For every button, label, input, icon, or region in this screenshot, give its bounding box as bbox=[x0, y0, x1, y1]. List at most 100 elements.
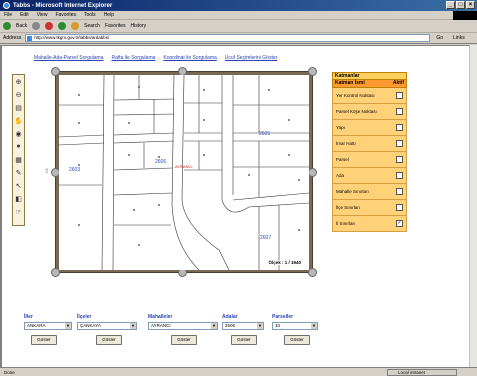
province-label: İller bbox=[24, 314, 33, 320]
map-corner-handle[interactable] bbox=[308, 268, 317, 277]
info-icon[interactable]: ● bbox=[13, 141, 24, 152]
layer-row: İl Sınırları ✓ bbox=[332, 216, 407, 232]
maximize-button[interactable]: □ bbox=[456, 1, 465, 9]
layer-checkbox[interactable] bbox=[396, 108, 403, 115]
parcel-show-button[interactable]: Göster bbox=[284, 335, 310, 345]
identify-icon[interactable]: ☞ bbox=[13, 206, 24, 217]
province-show-button[interactable]: Göster bbox=[31, 335, 57, 345]
layer-checkbox[interactable] bbox=[396, 172, 403, 179]
layer-row: Yapı bbox=[332, 120, 407, 136]
layer-checkbox[interactable] bbox=[396, 188, 403, 195]
minimize-button[interactable]: _ bbox=[446, 1, 455, 9]
layer-name: Yer Kontrol Noktası bbox=[336, 93, 375, 98]
go-button[interactable]: Go bbox=[436, 35, 443, 41]
layer-checkbox-checked[interactable]: ✓ bbox=[396, 220, 403, 227]
layer-active-header: Aktif bbox=[392, 80, 404, 86]
status-text: Done bbox=[4, 369, 15, 375]
ie-icon bbox=[3, 2, 10, 9]
home-icon[interactable] bbox=[71, 22, 80, 30]
menu-help[interactable]: Help bbox=[104, 12, 114, 18]
layer-checkbox[interactable] bbox=[396, 204, 403, 211]
map-corner-handle[interactable] bbox=[308, 67, 317, 76]
layer-checkbox[interactable] bbox=[396, 140, 403, 147]
search-button[interactable]: Search bbox=[84, 23, 100, 29]
security-zone: Local intranet bbox=[387, 369, 457, 376]
links-button[interactable]: Links bbox=[453, 35, 465, 41]
parcel-label: 2606 bbox=[155, 159, 167, 165]
layer-row: Mahalle Sınırları bbox=[332, 184, 407, 200]
window-title: Tabbs - Microsoft Internet Explorer bbox=[13, 2, 113, 9]
layer-checkbox[interactable] bbox=[396, 156, 403, 163]
stop-icon[interactable] bbox=[45, 22, 54, 30]
layer-row: Ada bbox=[332, 168, 407, 184]
block-label: Adalar bbox=[222, 314, 238, 320]
parcel-lines bbox=[59, 75, 309, 270]
menu-file[interactable]: File bbox=[4, 12, 12, 18]
layer-panel-title: Katmanlar bbox=[332, 72, 407, 80]
neighborhood-select[interactable]: AYRANCI bbox=[148, 322, 218, 330]
title-bar: Tabbs - Microsoft Internet Explorer _ □ … bbox=[0, 0, 477, 11]
province-select[interactable]: ANKARA bbox=[24, 322, 72, 330]
print-icon[interactable]: ▤ bbox=[13, 102, 24, 113]
map-scale: Ölçek : 1 / 1940 bbox=[268, 260, 301, 265]
map-tools: ⊕ ⊖ ▤ ✋ ◉ ● ▦ ✎ ↖ ◧ ☞ bbox=[12, 74, 25, 226]
menu-edit[interactable]: Edit bbox=[20, 12, 29, 18]
district-select[interactable]: ÇANKAYA bbox=[77, 322, 137, 330]
layer-row: İmar Hattı bbox=[332, 136, 407, 152]
parcel-label: 2603 bbox=[69, 167, 81, 173]
layer-name: Yapı bbox=[336, 125, 345, 130]
zoom-out-icon[interactable]: ⊖ bbox=[13, 89, 24, 100]
history-button[interactable]: History bbox=[131, 23, 147, 29]
neighborhood-label: AYRANCI bbox=[175, 164, 193, 169]
zoom-in-icon[interactable]: ⊕ bbox=[13, 76, 24, 87]
district-show-button[interactable]: Göster bbox=[96, 335, 122, 345]
layer-checkbox[interactable] bbox=[396, 124, 403, 131]
address-label: Address bbox=[3, 35, 22, 41]
block-show-button[interactable]: Göster bbox=[231, 335, 257, 345]
favorites-button[interactable]: Favorites bbox=[105, 23, 126, 29]
measure-icon[interactable]: ✎ bbox=[13, 167, 24, 178]
cadastral-map[interactable]: 2606 2605 2607 2603 AYRANCI Ölçek : 1 / … bbox=[59, 75, 309, 270]
select-icon[interactable]: ↖ bbox=[13, 180, 24, 191]
link-parcel-query[interactable]: Mahalle-Ada-Parsel Sorgulama bbox=[34, 55, 103, 61]
layers-icon[interactable]: ◧ bbox=[13, 193, 24, 204]
link-shelf-query[interactable]: Rafta ile Sorgulama bbox=[111, 55, 155, 61]
neighborhood-show-button[interactable]: Göster bbox=[171, 335, 197, 345]
layer-name: İlçe Sınırları bbox=[336, 205, 361, 210]
grid-icon[interactable]: ▦ bbox=[13, 154, 24, 165]
map-pan-east[interactable] bbox=[308, 168, 317, 177]
parcel-select[interactable]: 10 bbox=[272, 322, 318, 330]
layer-row: Parsel Köşe Noktası bbox=[332, 104, 407, 120]
layer-name: Parsel bbox=[336, 157, 349, 162]
parcel-label: 2607 bbox=[260, 235, 272, 241]
layer-name: Mahalle Sınırları bbox=[336, 189, 369, 194]
pan-icon[interactable]: ✋ bbox=[13, 115, 24, 126]
menu-view[interactable]: View bbox=[37, 12, 48, 18]
vertical-scrollbar[interactable] bbox=[469, 45, 477, 367]
vertical-ruler: ||||||| bbox=[45, 168, 49, 174]
windows-logo-icon bbox=[453, 11, 477, 20]
menu-bar: File Edit View Favorites Tools Help bbox=[0, 11, 477, 20]
menu-favorites[interactable]: Favorites bbox=[55, 12, 76, 18]
block-select[interactable]: 2606 bbox=[222, 322, 264, 330]
layer-row: İlçe Sınırları bbox=[332, 200, 407, 216]
layer-row: Yer Kontrol Noktası bbox=[332, 88, 407, 104]
back-arrow-icon[interactable] bbox=[3, 22, 11, 30]
parcel-label: Parseller bbox=[272, 314, 294, 320]
address-input[interactable]: http://www.tkgm.gov.tr/tabbs/ardabbs/ bbox=[25, 34, 431, 42]
link-show-selections[interactable]: Ucuf Seçimlerini Göster bbox=[225, 55, 278, 61]
refresh-icon[interactable] bbox=[58, 22, 67, 30]
layer-name: Parsel Köşe Noktası bbox=[336, 109, 377, 114]
close-button[interactable]: × bbox=[466, 1, 475, 9]
status-bar: Done Local intranet bbox=[0, 367, 477, 376]
forward-arrow-icon[interactable] bbox=[32, 22, 41, 30]
back-button[interactable]: Back bbox=[16, 23, 27, 29]
neighborhood-label: Mahalleler bbox=[148, 314, 173, 320]
layer-row: Parsel bbox=[332, 152, 407, 168]
layer-name: İl Sınırları bbox=[336, 221, 356, 226]
menu-tools[interactable]: Tools bbox=[84, 12, 96, 18]
layer-checkbox[interactable] bbox=[396, 92, 403, 99]
window-controls: _ □ × bbox=[446, 1, 475, 9]
refresh-map-icon[interactable]: ◉ bbox=[13, 128, 24, 139]
link-coordinate-query[interactable]: Koordinat ile Sorgulama bbox=[163, 55, 216, 61]
